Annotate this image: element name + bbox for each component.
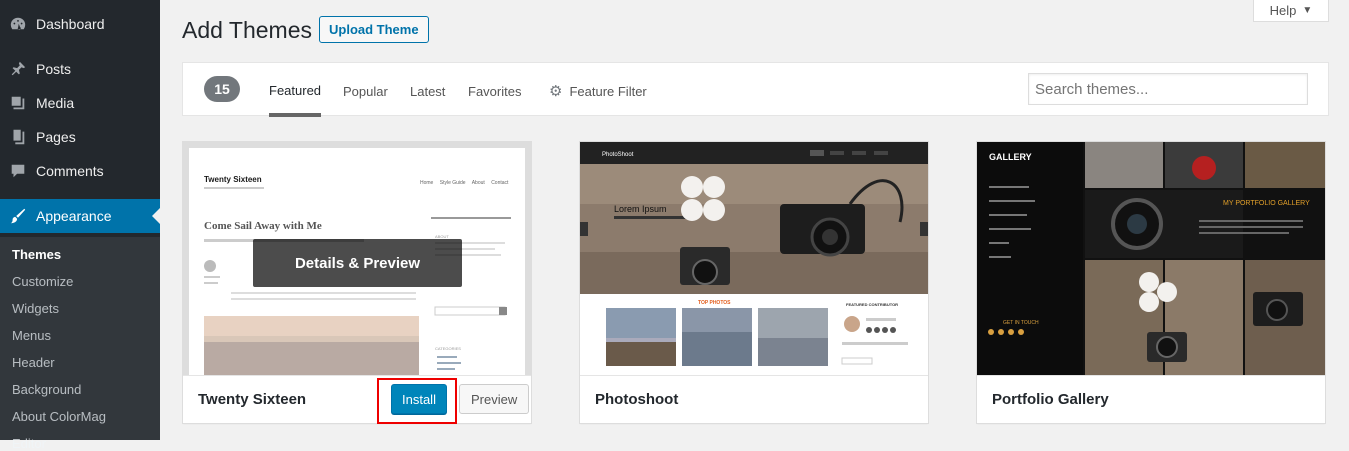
submenu-item-themes[interactable]: Themes bbox=[12, 247, 61, 262]
media-icon bbox=[0, 94, 36, 112]
photoshoot-preview-image: PhotoShoot Lorem Ipsum TOP PHOTOS FEATUR… bbox=[580, 142, 928, 375]
theme-screenshot[interactable]: Twenty Sixteen Home Style Guide About Co… bbox=[183, 142, 531, 375]
preview-site-title: Twenty Sixteen bbox=[204, 175, 262, 184]
sidebar-item-label: Pages bbox=[36, 129, 76, 145]
sidebar-item-media[interactable]: Media bbox=[0, 86, 160, 120]
gear-icon: ⚙ bbox=[549, 83, 563, 100]
portfolio-gallery-preview-image: GALLERY GET IN TOUCH MY PORTFOLIO GALLER… bbox=[977, 142, 1325, 375]
preview-featured: FEATURED CONTRIBUTOR bbox=[846, 302, 898, 307]
pin-icon bbox=[0, 60, 36, 78]
tab-popular[interactable]: Popular bbox=[343, 63, 388, 117]
admin-sidebar: Dashboard Posts Media Pages Comments App… bbox=[0, 0, 160, 451]
preview-top-photos: TOP PHOTOS bbox=[698, 300, 731, 306]
sidebar-item-label: Media bbox=[36, 95, 75, 111]
theme-name: Twenty Sixteen bbox=[198, 391, 307, 408]
preview-nav-contact: Contact bbox=[491, 180, 509, 186]
theme-count-badge: 15 bbox=[204, 76, 240, 102]
sidebar-item-label: Posts bbox=[36, 61, 72, 77]
install-button[interactable]: Install bbox=[391, 384, 447, 414]
theme-filter-bar: 15 Featured Popular Latest Favorites ⚙ F… bbox=[182, 62, 1329, 117]
main-content: Add Themes Upload Theme Help ▼ 15 Featur… bbox=[160, 0, 1349, 440]
theme-card-photoshoot[interactable]: PhotoShoot Lorem Ipsum TOP PHOTOS FEATUR… bbox=[579, 141, 929, 424]
tab-label: Feature Filter bbox=[569, 83, 647, 99]
preview-logo: GALLERY bbox=[989, 152, 1032, 162]
sidebar-item-label: Comments bbox=[36, 163, 104, 179]
preview-nav-style-guide: Style Guide bbox=[440, 180, 466, 186]
tab-featured[interactable]: Featured bbox=[269, 63, 322, 117]
sidebar-item-dashboard[interactable]: Dashboard bbox=[0, 7, 160, 41]
theme-card-twenty-sixteen[interactable]: Twenty Sixteen Home Style Guide About Co… bbox=[182, 141, 532, 424]
theme-card-portfolio-gallery[interactable]: GALLERY GET IN TOUCH MY PORTFOLIO GALLER… bbox=[976, 141, 1326, 424]
theme-name-bar: Photoshoot bbox=[580, 375, 928, 423]
help-label: Help bbox=[1269, 3, 1297, 18]
submenu-item-customize[interactable]: Customize bbox=[12, 274, 73, 289]
details-preview-overlay[interactable]: Details & Preview bbox=[253, 239, 462, 287]
brush-icon bbox=[0, 207, 36, 225]
page-title: Add Themes bbox=[182, 17, 312, 43]
tab-favorites[interactable]: Favorites bbox=[468, 63, 521, 117]
preview-sidebar-categories: CATEGORIES bbox=[435, 346, 461, 351]
preview-nav-home: Home bbox=[420, 180, 434, 186]
submenu-item-menus[interactable]: Menus bbox=[12, 328, 51, 343]
active-indicator bbox=[152, 208, 160, 224]
theme-screenshot[interactable]: GALLERY GET IN TOUCH MY PORTFOLIO GALLER… bbox=[977, 142, 1325, 375]
submenu-item-widgets[interactable]: Widgets bbox=[12, 301, 59, 316]
preview-contact: GET IN TOUCH bbox=[1003, 320, 1039, 326]
sidebar-item-label: Appearance bbox=[36, 208, 112, 224]
theme-name: Photoshoot bbox=[595, 391, 679, 408]
preview-post-title: Come Sail Away with Me bbox=[204, 220, 322, 232]
upload-theme-button[interactable]: Upload Theme bbox=[319, 16, 429, 43]
tab-feature-filter[interactable]: ⚙ Feature Filter bbox=[549, 63, 647, 117]
theme-name-bar: Portfolio Gallery bbox=[977, 375, 1325, 423]
preview-brand: PhotoShoot bbox=[602, 152, 634, 158]
preview-headline: MY PORTFOLIO GALLERY bbox=[1223, 200, 1310, 207]
comment-icon bbox=[0, 162, 36, 180]
dashboard-icon bbox=[0, 15, 36, 33]
pages-icon bbox=[0, 128, 36, 146]
appearance-submenu: Themes Customize Widgets Menus Header Ba… bbox=[0, 237, 160, 451]
submenu-item-about-colormag[interactable]: About ColorMag bbox=[12, 409, 106, 424]
sidebar-item-comments[interactable]: Comments bbox=[0, 154, 160, 188]
theme-screenshot[interactable]: PhotoShoot Lorem Ipsum TOP PHOTOS FEATUR… bbox=[580, 142, 928, 375]
submenu-item-editor[interactable]: Editor bbox=[12, 436, 46, 451]
search-themes-input[interactable] bbox=[1028, 73, 1308, 105]
help-button[interactable]: Help ▼ bbox=[1253, 0, 1329, 22]
sidebar-item-pages[interactable]: Pages bbox=[0, 120, 160, 154]
theme-name-bar: Twenty Sixteen Install Preview bbox=[183, 375, 531, 424]
submenu-item-background[interactable]: Background bbox=[12, 382, 81, 397]
caret-down-icon: ▼ bbox=[1302, 5, 1313, 16]
preview-hero-text: Lorem Ipsum bbox=[614, 204, 667, 214]
preview-button[interactable]: Preview bbox=[459, 384, 530, 414]
tab-latest[interactable]: Latest bbox=[410, 63, 445, 117]
sidebar-item-posts[interactable]: Posts bbox=[0, 52, 160, 86]
sidebar-item-appearance[interactable]: Appearance bbox=[0, 199, 160, 233]
submenu-item-header[interactable]: Header bbox=[12, 355, 55, 370]
preview-nav-about: About bbox=[472, 180, 486, 186]
sidebar-item-label: Dashboard bbox=[36, 16, 105, 32]
preview-nav: Home Style Guide About Contact bbox=[420, 180, 509, 186]
theme-name: Portfolio Gallery bbox=[992, 391, 1109, 408]
